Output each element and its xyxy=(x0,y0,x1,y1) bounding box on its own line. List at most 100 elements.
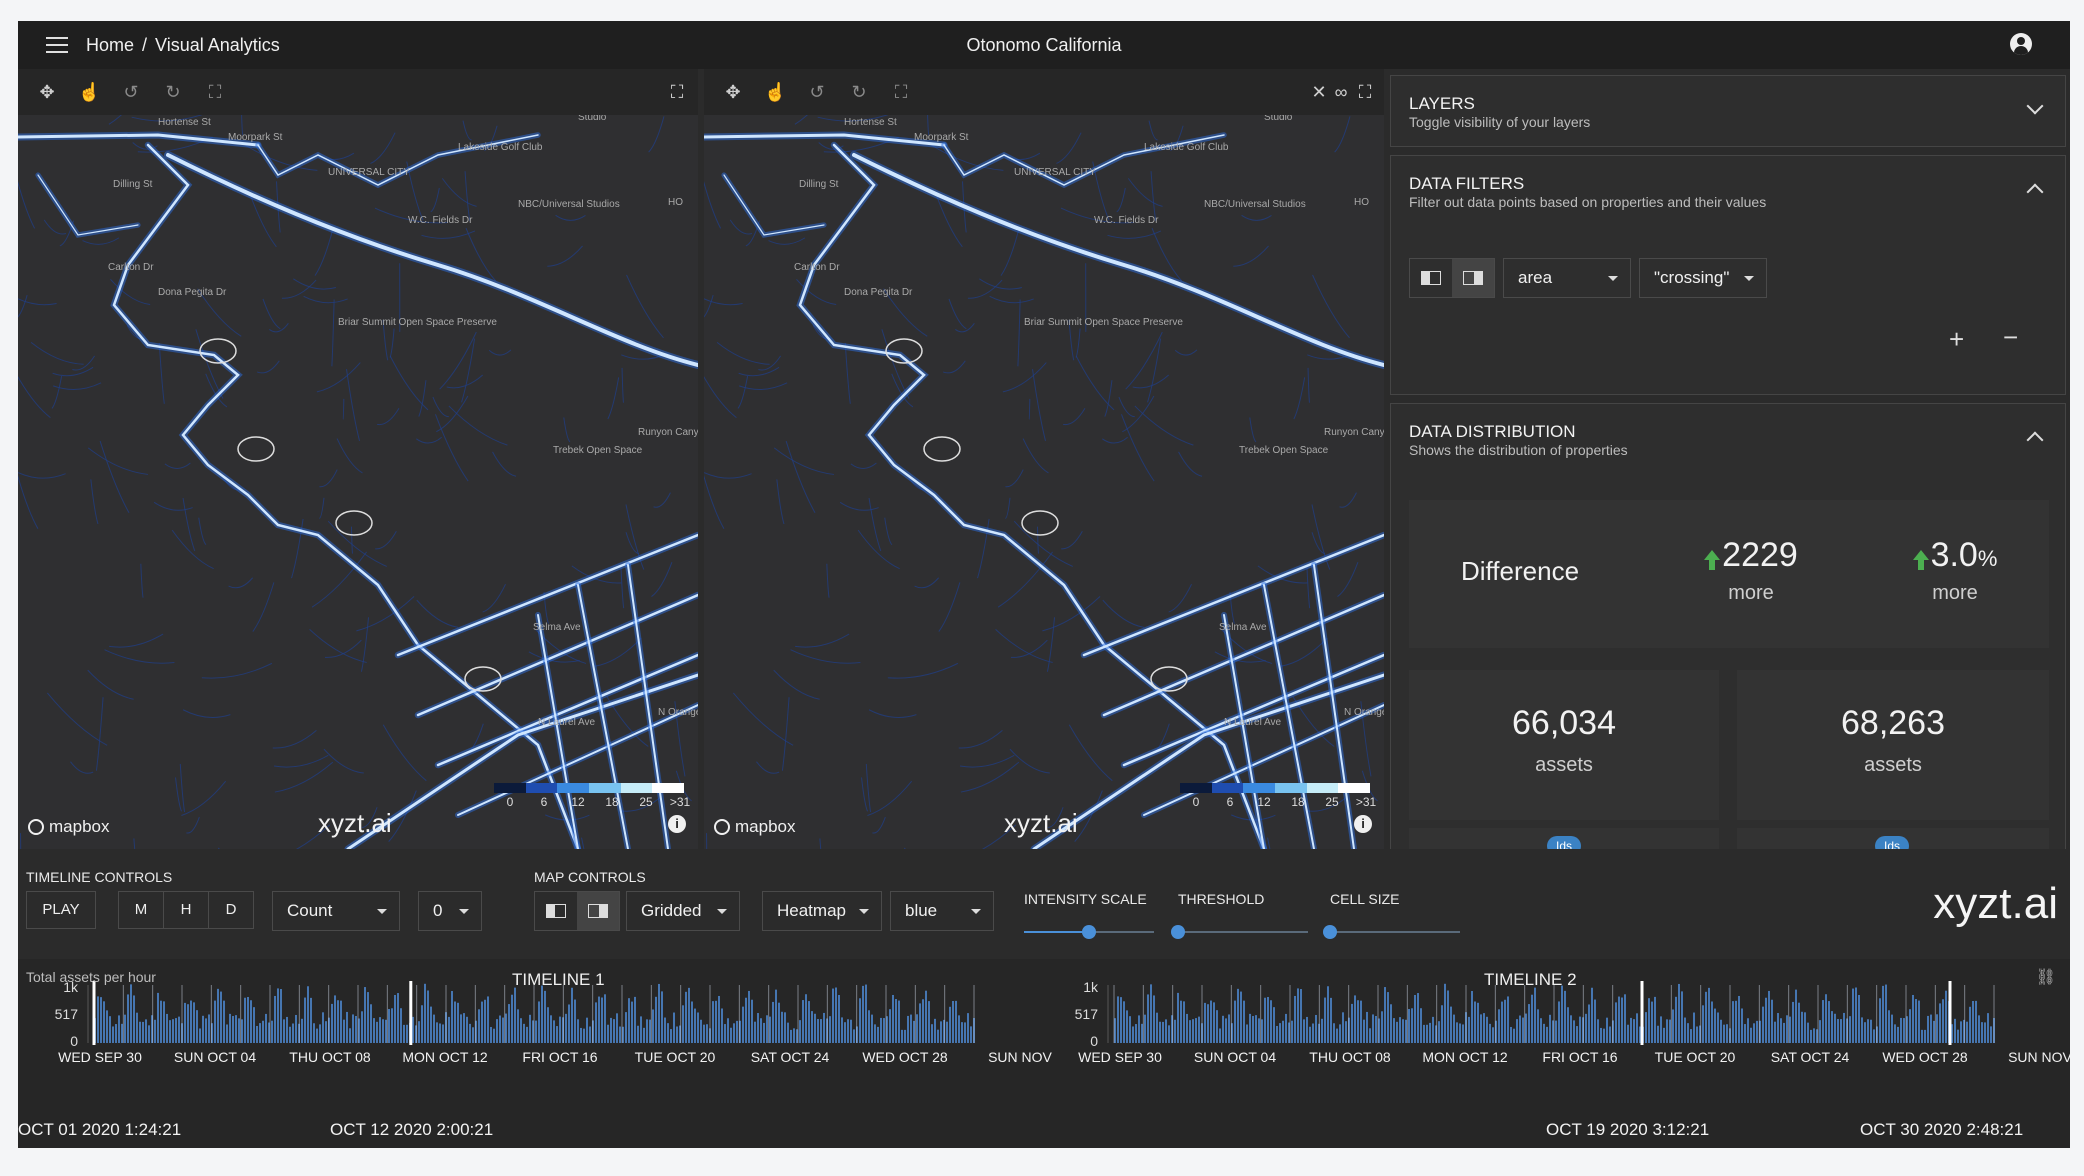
timeline-bar xyxy=(1654,996,1656,1043)
timeline-bar xyxy=(526,1026,528,1043)
timeline-bar xyxy=(1696,1026,1698,1043)
difference-count-value: 2229 xyxy=(1722,536,1798,574)
timeline-bar xyxy=(271,1020,273,1043)
timeline-bar xyxy=(841,1017,843,1043)
legend-swatch xyxy=(494,783,526,793)
legend-label: 12 xyxy=(1257,795,1271,809)
select-tool-icon[interactable]: ☝ xyxy=(764,81,786,103)
chevron-up-icon[interactable] xyxy=(2026,183,2044,201)
reset-view-icon[interactable]: ⛶ xyxy=(204,81,226,103)
breadcrumb-home[interactable]: Home xyxy=(86,35,134,56)
right-map-toggle[interactable] xyxy=(1452,259,1494,297)
play-button[interactable]: PLAY xyxy=(26,891,96,929)
fullscreen-icon[interactable]: ⛶ xyxy=(1354,81,1376,103)
slider-knob[interactable] xyxy=(1171,925,1185,939)
timeline-bar xyxy=(256,1025,258,1043)
map-canvas-left[interactable]: UNIVERSAL CITY Lakeside Golf Club NBC/Univ… xyxy=(18,115,698,849)
hour-button[interactable]: H xyxy=(163,891,209,929)
x-tick-label: SAT OCT 24 xyxy=(751,1049,830,1065)
remove-filter-button[interactable]: − xyxy=(2003,322,2018,353)
menu-icon[interactable] xyxy=(46,37,68,53)
color-scheme-select[interactable]: blue xyxy=(890,891,994,931)
timeline-bar xyxy=(1687,1023,1689,1043)
timeline-bar xyxy=(118,1015,120,1043)
y-tick-label: 0 xyxy=(1090,1033,1098,1049)
visualization-select[interactable]: Heatmap xyxy=(762,891,882,931)
data-distribution-card: DATA DISTRIBUTION Shows the distribution… xyxy=(1390,403,2066,864)
left-map-toggle[interactable] xyxy=(1410,259,1452,297)
timeline-bar xyxy=(400,1008,402,1043)
chevron-up-icon[interactable] xyxy=(2026,431,2044,449)
reset-view-icon[interactable]: ⛶ xyxy=(890,81,912,103)
metric-select[interactable]: Count xyxy=(272,891,400,931)
map-watermark: xyzt.ai xyxy=(318,808,392,838)
map-view-toggle xyxy=(534,891,620,931)
layers-card[interactable]: LAYERS Toggle visibility of your layers xyxy=(1390,75,2066,147)
timeline-bar xyxy=(574,999,576,1043)
timeline-bar xyxy=(1456,1022,1458,1043)
timeline-bar xyxy=(1534,987,1536,1043)
app-window: Home / Visual Analytics Otonomo Californ… xyxy=(18,21,2070,1148)
timeline-bar xyxy=(1489,1023,1491,1043)
timeline-bar xyxy=(655,996,657,1043)
controls-bar: TIMELINE CONTROLS PLAY M H D Count 0 MAP… xyxy=(18,849,2070,959)
timeline-bar xyxy=(424,983,426,1043)
filter-property-select[interactable]: area xyxy=(1503,258,1631,298)
select-tool-icon[interactable]: ☝ xyxy=(78,81,100,103)
month-button[interactable]: M xyxy=(118,891,164,929)
info-icon[interactable]: i xyxy=(1354,815,1372,833)
timeline-bar xyxy=(844,1022,846,1043)
timeline-bar xyxy=(1981,1022,1983,1043)
timeline-charts[interactable]: 1k5170WED SEP 30 SUN OCT 04 THU OCT 08 MON … xyxy=(18,959,2070,1148)
map-label: Hortense St xyxy=(844,117,897,128)
timelines-area: 1k 517 0 WED SEP 30 SUN OCT 04 THU OCT 08 MON … xyxy=(18,959,2070,1148)
timeline-bar xyxy=(511,994,513,1043)
rotate-right-icon[interactable]: ↻ xyxy=(162,81,184,103)
map-canvas-right[interactable]: UNIVERSAL CITY Lakeside Golf Club NBC/Univ… xyxy=(704,115,1384,849)
slider-knob[interactable] xyxy=(1082,925,1096,939)
slider-knob[interactable] xyxy=(1323,925,1337,939)
timeline-bar xyxy=(1150,984,1152,1043)
cell-size-slider[interactable] xyxy=(1323,925,1460,939)
day-button[interactable]: D xyxy=(208,891,254,929)
timeline-bar xyxy=(1894,1024,1896,1043)
intensity-slider[interactable] xyxy=(1024,925,1154,939)
move-tool-icon[interactable]: ✥ xyxy=(36,81,58,103)
timeline-bar xyxy=(313,1023,315,1043)
mapbox-attribution[interactable]: mapbox xyxy=(714,817,795,837)
offset-select[interactable]: 0 xyxy=(418,891,482,931)
filter-value-select[interactable]: "crossing" xyxy=(1639,258,1767,298)
map-label: W.C. Fields Dr xyxy=(1094,215,1159,226)
move-tool-icon[interactable]: ✥ xyxy=(722,81,744,103)
timeline-bar xyxy=(595,1002,597,1043)
timeline-bar xyxy=(1480,1014,1482,1043)
heatmap-layer: UNIVERSAL CITY Lakeside Golf Club NBC/Univ… xyxy=(704,115,1384,849)
timeline-bar xyxy=(1369,1028,1371,1043)
grid-mode-select[interactable]: Gridded xyxy=(626,891,740,931)
rotate-left-icon[interactable]: ↺ xyxy=(806,81,828,103)
info-icon[interactable]: i xyxy=(668,815,686,833)
single-view-toggle[interactable] xyxy=(535,892,577,930)
legend-labels: 0 6 12 18 25 >31 xyxy=(1180,795,1377,809)
user-account-icon[interactable] xyxy=(2010,33,2032,55)
rotate-right-icon[interactable]: ↻ xyxy=(848,81,870,103)
threshold-slider[interactable] xyxy=(1171,925,1308,939)
timeline-bar xyxy=(1903,1018,1905,1043)
link-icon[interactable]: ∞ xyxy=(1330,81,1352,103)
timeline-bar xyxy=(1429,1022,1431,1043)
caret-down-icon xyxy=(1608,276,1618,281)
mapbox-attribution[interactable]: mapbox xyxy=(28,817,109,837)
timeline-bar xyxy=(544,990,546,1043)
rotate-left-icon[interactable]: ↺ xyxy=(120,81,142,103)
cell-size-label: CELL SIZE xyxy=(1330,891,1400,907)
timeline-bar xyxy=(1423,1024,1425,1043)
compare-view-toggle[interactable] xyxy=(577,892,619,930)
fullscreen-icon[interactable]: ⛶ xyxy=(666,81,688,103)
x-tick-label: SAT OCT 24 xyxy=(1771,1049,1850,1065)
chevron-down-icon[interactable] xyxy=(2026,97,2044,115)
add-filter-button[interactable]: + xyxy=(1949,324,1964,355)
unlink-icon[interactable]: ⛓ xyxy=(2036,967,2056,987)
close-icon[interactable]: ✕ xyxy=(1308,81,1330,103)
timeline-bar xyxy=(160,1000,162,1043)
timeline-bar xyxy=(1324,997,1326,1043)
